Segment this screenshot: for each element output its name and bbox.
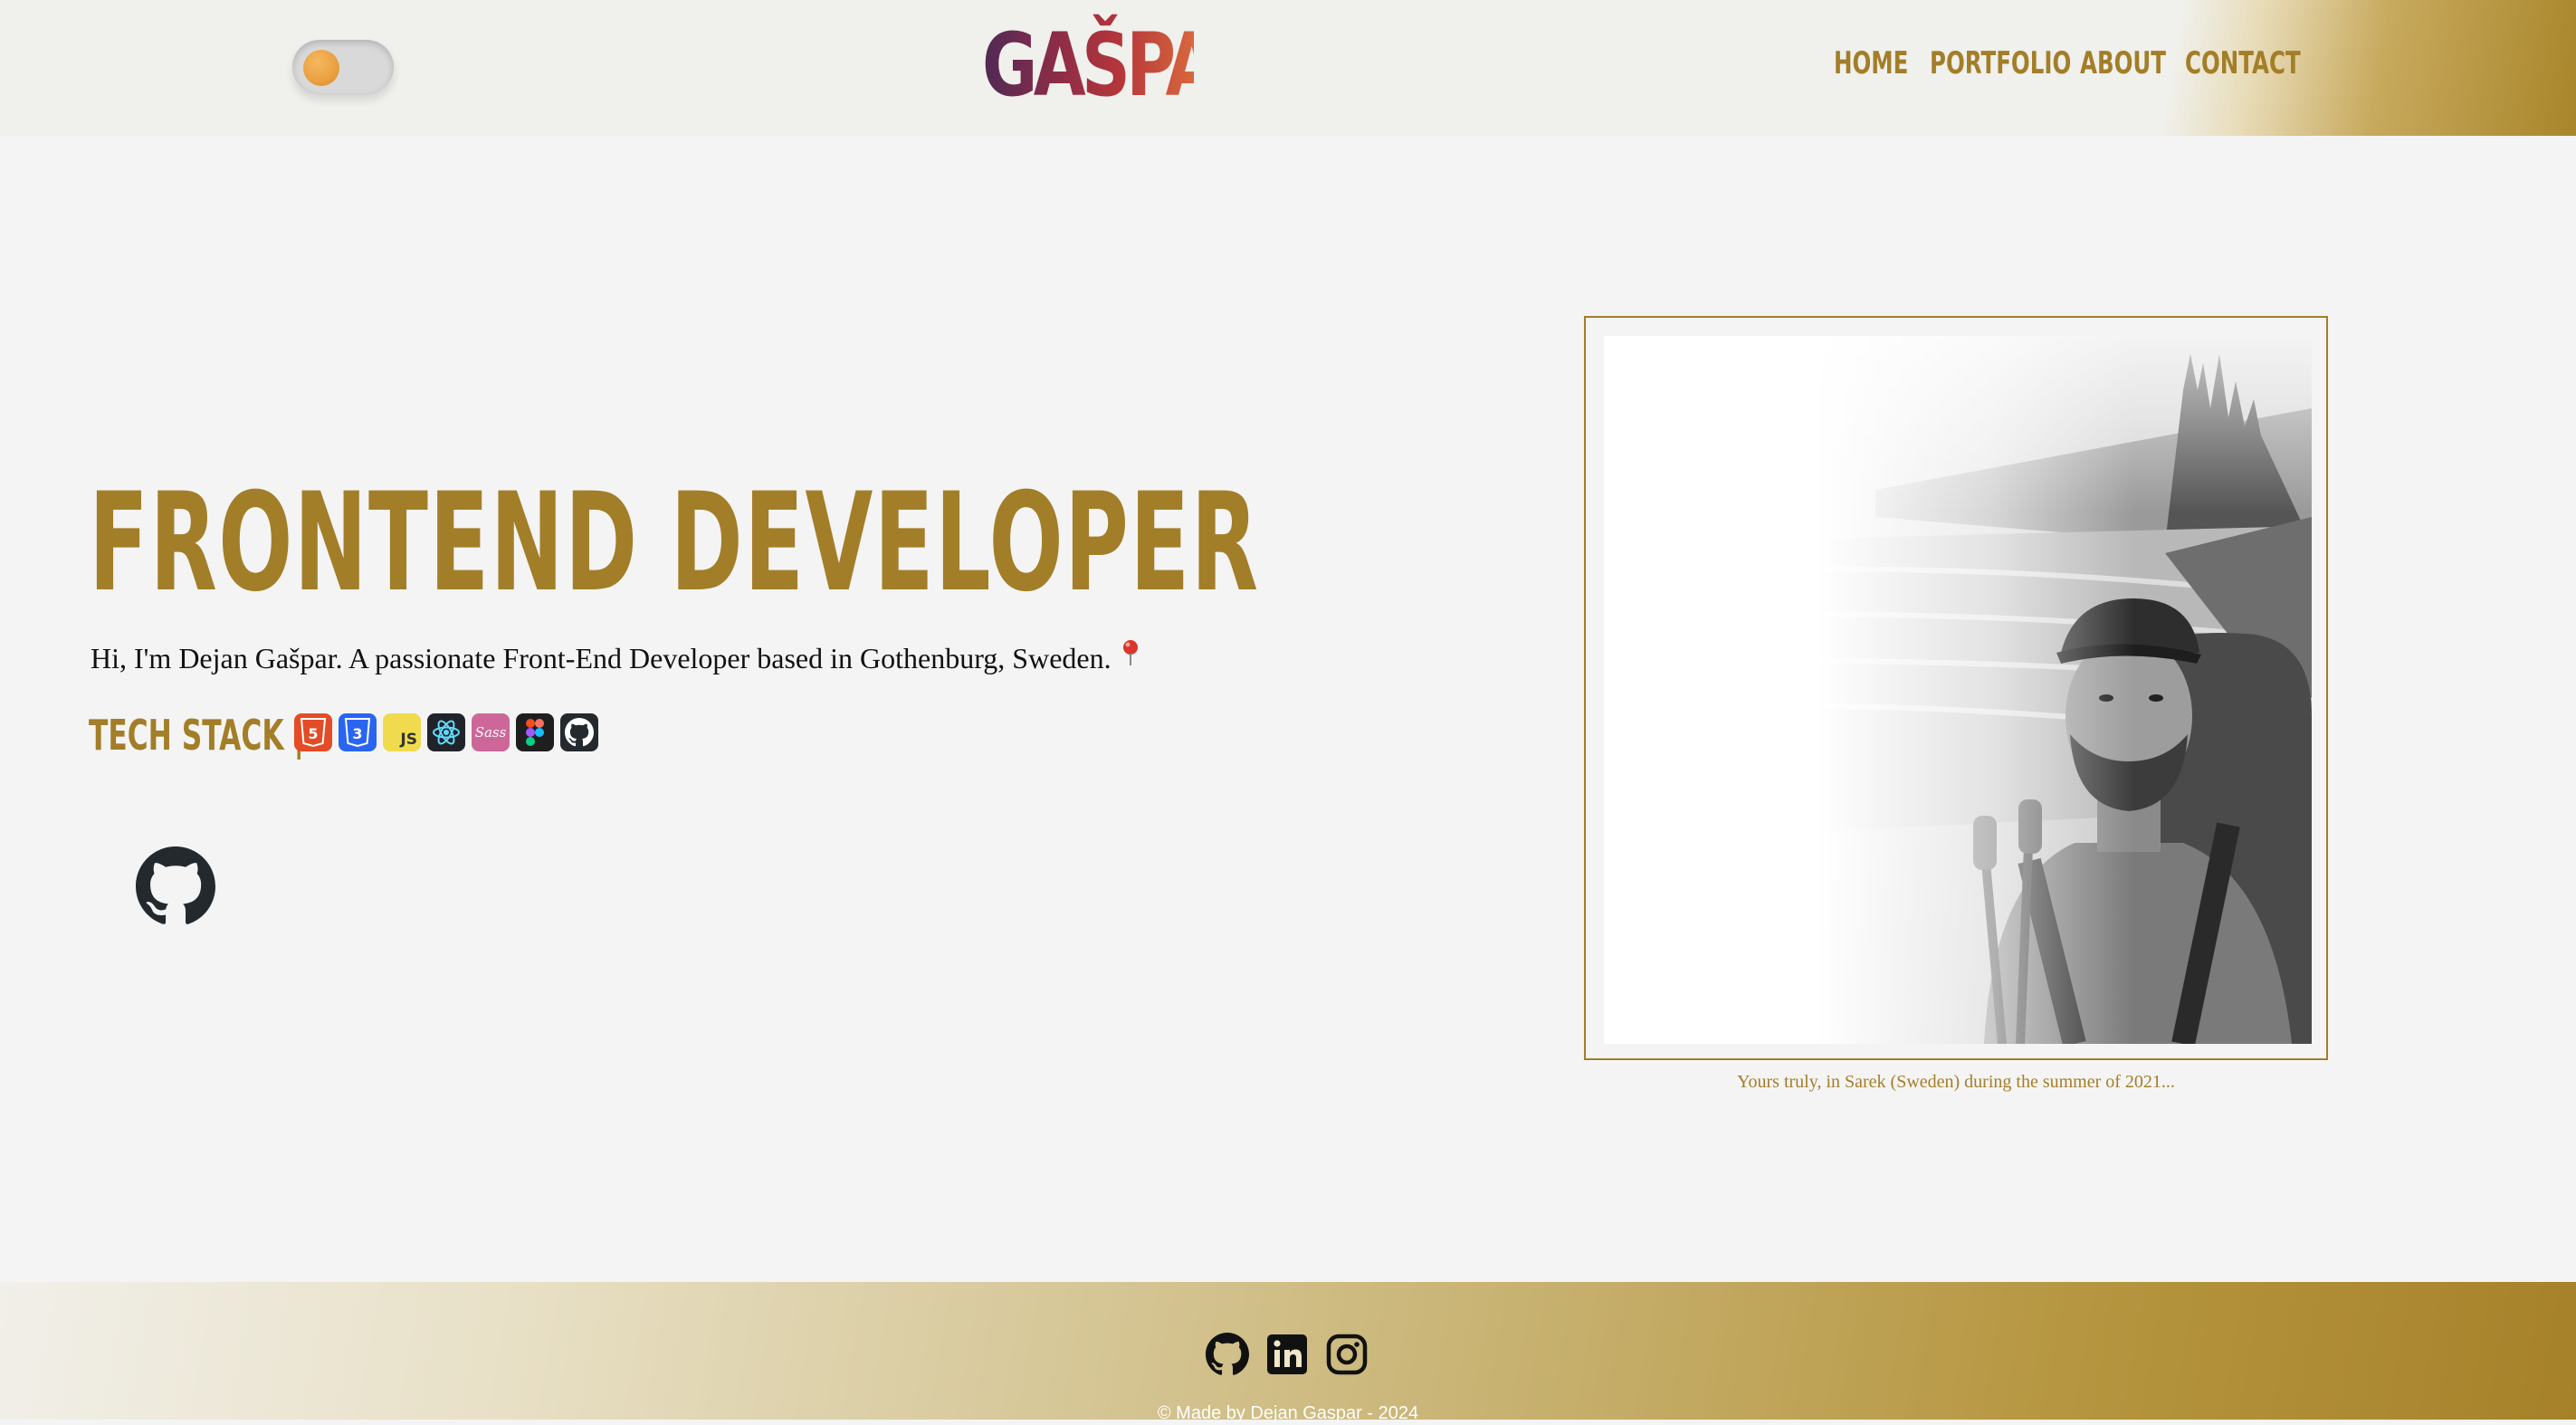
figma-icon: [516, 713, 554, 751]
toggle-knob: [303, 50, 339, 86]
photo-caption: Yours truly, in Sarek (Sweden) during th…: [1737, 1072, 2175, 1092]
pin-icon: [1121, 636, 1140, 682]
footer-copyright: © Made by Dejan Gaspar - 2024: [1157, 1403, 1419, 1423]
intro-text-content: Hi, I'm Dejan Gašpar. A passionate Front…: [91, 642, 1111, 674]
tech-stack-label: TECH STACK |: [89, 711, 304, 760]
profile-photo: [1604, 336, 2312, 1044]
nav-contact[interactable]: CONTACT: [2185, 36, 2301, 91]
css3-icon: 3: [339, 713, 377, 751]
site-logo[interactable]: GAŠPAR.: [982, 11, 1289, 120]
github-link-icon[interactable]: [136, 846, 215, 926]
react-icon: [427, 713, 465, 751]
javascript-icon: JS: [383, 713, 421, 751]
github-icon[interactable]: [1206, 1333, 1249, 1376]
svg-text:5: 5: [308, 725, 318, 742]
instagram-icon[interactable]: [1325, 1333, 1369, 1376]
nav-home[interactable]: HOME: [1834, 36, 1908, 91]
linkedin-icon[interactable]: [1265, 1333, 1309, 1376]
theme-toggle[interactable]: [292, 40, 394, 94]
page-title: FRONTEND DEVELOPER: [89, 464, 1260, 622]
svg-text:3: 3: [352, 725, 362, 742]
intro-text: Hi, I'm Dejan Gašpar. A passionate Front…: [91, 636, 1140, 681]
github-icon: [560, 713, 598, 751]
site-header: GAŠPAR. HOME PORTFOLIO ABOUT CONTACT: [0, 0, 2576, 136]
photo-frame: [1584, 316, 2328, 1060]
html5-icon: 5: [294, 713, 332, 751]
footer-social-links: [1206, 1333, 1369, 1376]
nav-about[interactable]: ABOUT: [2080, 36, 2166, 91]
sass-icon: Sass: [472, 713, 510, 751]
nav-portfolio[interactable]: PORTFOLIO: [1930, 36, 2071, 91]
tech-stack-icons: 5 3 JS Sass: [294, 713, 598, 755]
